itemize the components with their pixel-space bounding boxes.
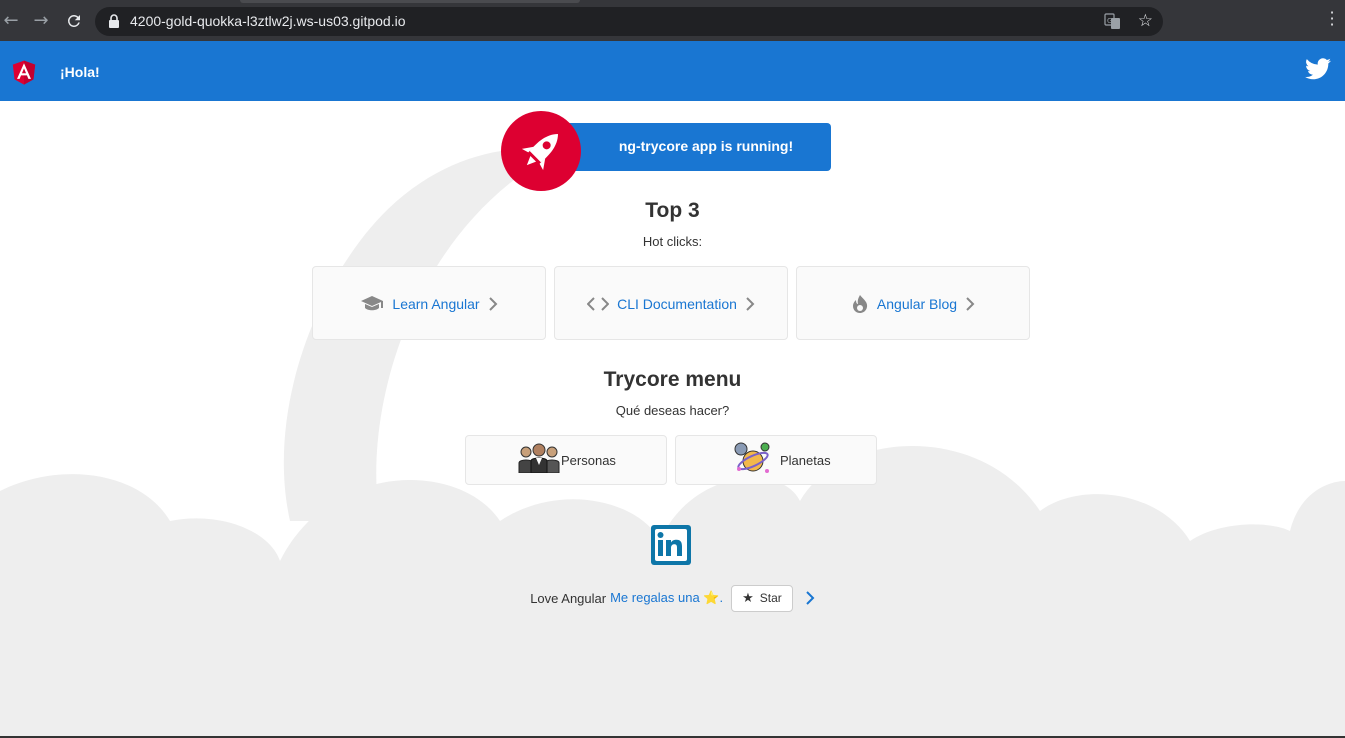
menu-item-label: Personas: [561, 453, 616, 468]
lock-icon: [109, 14, 119, 28]
top3-title: Top 3: [645, 199, 700, 222]
personas-button[interactable]: Personas: [465, 435, 667, 485]
forward-arrow-icon[interactable]: →: [30, 10, 52, 32]
top3-subtitle: Hot clicks:: [642, 234, 703, 249]
footer: Love Angular Me regalas una ⭐. ★ Star: [0, 584, 1345, 612]
flame-icon: [852, 295, 868, 313]
chevron-right-icon[interactable]: [805, 591, 815, 605]
learn-angular-card[interactable]: Learn Angular: [312, 266, 546, 340]
rocket-icon: [521, 134, 558, 171]
github-star-button[interactable]: ★ Star: [731, 584, 793, 612]
people-icon: [518, 443, 560, 473]
planets-icon: [734, 442, 770, 473]
trycore-menu-title: Trycore menu: [603, 368, 742, 391]
browser-chrome: ← → 4200-gold-quokka-l3ztlw2j.ws-us03.gi…: [0, 0, 1345, 41]
planetas-button[interactable]: Planetas: [675, 435, 877, 485]
bookmark-star-icon[interactable]: ☆: [1138, 11, 1153, 31]
linkedin-icon[interactable]: [651, 525, 691, 565]
translate-icon[interactable]: G: [1104, 13, 1121, 30]
twitter-icon[interactable]: [1305, 58, 1331, 80]
angular-blog-card[interactable]: Angular Blog: [796, 266, 1030, 340]
rocket-badge: [501, 111, 581, 191]
trycore-menu-subtitle: Qué deseas hacer?: [615, 403, 730, 418]
url-text: 4200-gold-quokka-l3ztlw2j.ws-us03.gitpod…: [130, 13, 406, 29]
star-button-label: Star: [759, 591, 782, 605]
browser-tab[interactable]: [240, 0, 580, 3]
running-text: ng-trycore app is running!: [618, 138, 794, 154]
svg-text:G: G: [1107, 17, 1112, 25]
card-label: Angular Blog: [876, 296, 958, 312]
love-angular-text: Love Angular: [530, 590, 607, 606]
chevron-right-icon: [488, 297, 498, 311]
card-label: CLI Documentation: [617, 296, 737, 312]
angular-logo-icon: [12, 60, 36, 85]
menu-item-label: Planetas: [780, 453, 831, 468]
chevron-right-icon: [966, 297, 975, 311]
reload-icon[interactable]: [63, 10, 85, 32]
running-bar: ng-trycore app is running!: [541, 123, 831, 171]
chevron-right-icon: [746, 297, 755, 311]
app-toolbar: ¡Hola!: [0, 41, 1345, 101]
card-label: Learn Angular: [392, 296, 480, 312]
greeting-text: ¡Hola!: [60, 64, 100, 80]
code-icon: [587, 297, 610, 311]
graduation-cap-icon: [361, 296, 384, 311]
star-request-link[interactable]: Me regalas una ⭐.: [610, 590, 723, 606]
main-content: ng-trycore app is running! Top 3 Hot cli…: [0, 101, 1345, 738]
address-bar[interactable]: 4200-gold-quokka-l3ztlw2j.ws-us03.gitpod…: [95, 7, 1163, 36]
browser-menu-icon[interactable]: · · ·: [1329, 5, 1335, 33]
back-arrow-icon[interactable]: ←: [0, 10, 22, 32]
app-running-banner: ng-trycore app is running!: [501, 111, 831, 191]
cli-documentation-card[interactable]: CLI Documentation: [554, 266, 788, 340]
star-icon: ★: [742, 590, 754, 605]
